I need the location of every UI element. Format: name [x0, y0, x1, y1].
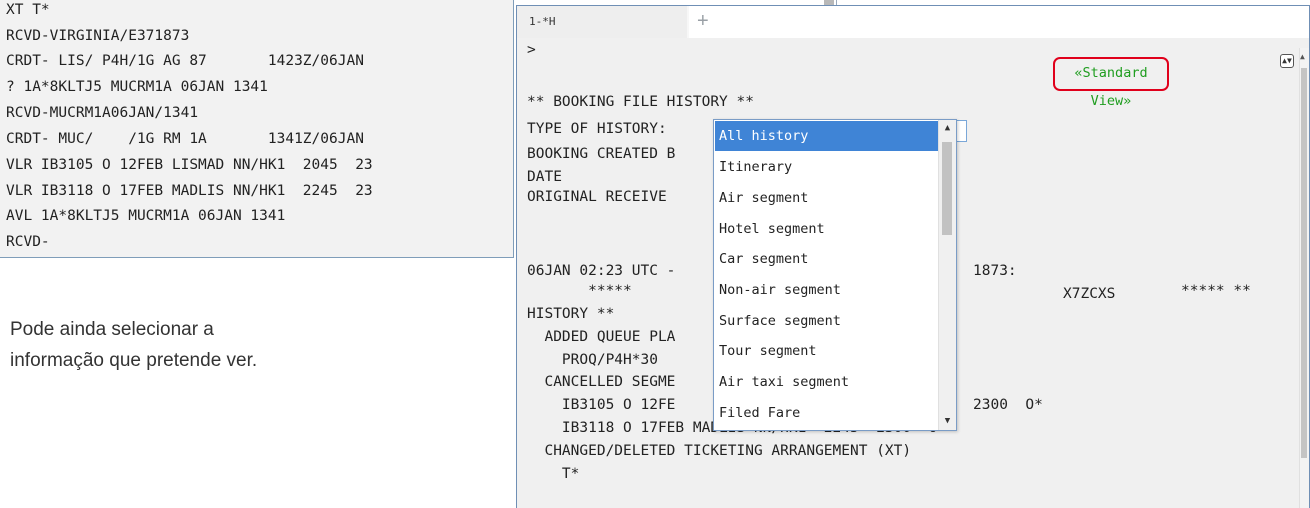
terminal-line: RCVD-MUCRM1A06JAN/1341 [6, 105, 199, 121]
tab-bar: 1-*H + [517, 6, 1309, 38]
terminal-line: DATE [527, 169, 562, 185]
background-terminal-panel: XT T* RCVD-VIRGINIA/E371873 CRDT- LIS/ P… [0, 0, 514, 258]
terminal-fragment: X7ZCXS [1063, 286, 1116, 302]
terminal-line: PROQ/P4H*30 [527, 352, 658, 368]
history-type-dropdown[interactable]: All history Itinerary Air segment Hotel … [713, 119, 957, 431]
caption-line-1: Pode ainda selecionar a [10, 319, 214, 340]
scroll-thumb[interactable] [942, 142, 952, 235]
new-tab-area[interactable]: + [689, 6, 1309, 38]
terminal-line: CRDT- MUC/ /1G RM 1A 1341Z/06JAN [6, 131, 364, 147]
tab-session[interactable]: 1-*H [517, 6, 687, 38]
terminal-line: T* [527, 466, 580, 482]
standard-view-link[interactable]: «Standard View» [1053, 57, 1169, 109]
option-itinerary[interactable]: Itinerary [715, 152, 940, 182]
option-surface-segment[interactable]: Surface segment [715, 306, 940, 336]
command-prompt[interactable]: > [527, 40, 536, 60]
scroll-thumb[interactable] [1301, 68, 1307, 458]
option-all-history[interactable]: All history [715, 121, 940, 151]
terminal-line: RCVD-VIRGINIA/E371873 [6, 28, 190, 44]
scroll-down-icon[interactable]: ▼ [939, 413, 956, 430]
terminal-line: BOOKING CREATED B [527, 146, 676, 162]
terminal-line: VLR IB3105 O 12FEB LISMAD NN/HK1 2045 23 [6, 157, 373, 173]
option-air-taxi-segment[interactable]: Air taxi segment [715, 367, 940, 397]
terminal-line: CANCELLED SEGME [527, 374, 676, 390]
terminal-line: ? 1A*8KLTJ5 MUCRM1A 06JAN 1341 [6, 79, 268, 95]
plus-icon[interactable]: + [697, 10, 709, 33]
option-tour-segment[interactable]: Tour segment [715, 336, 940, 366]
terminal-line: VLR IB3118 O 17FEB MADLIS NN/HK1 2245 23 [6, 183, 373, 199]
terminal-line: 06JAN 02:23 UTC - [527, 263, 676, 279]
terminal-line: XT T* [6, 2, 50, 18]
scroll-up-icon[interactable]: ▲ [939, 120, 956, 137]
terminal-fragment: 2300 O* [973, 397, 1043, 413]
dropdown-scrollbar[interactable]: ▲ ▼ [938, 120, 956, 430]
scroll-up-icon[interactable]: ▲ [1300, 52, 1305, 61]
terminal-line: IB3105 O 12FE [527, 397, 676, 413]
option-air-segment[interactable]: Air segment [715, 183, 940, 213]
terminal-scrollbar[interactable]: ▲ [1299, 48, 1309, 508]
option-car-segment[interactable]: Car segment [715, 244, 940, 274]
terminal-line: AVL 1A*8KLTJ5 MUCRM1A 06JAN 1341 [6, 208, 286, 224]
terminal-line: RCVD- [6, 234, 50, 250]
scroll-toggle-icon[interactable]: ▲▼ [1280, 54, 1294, 68]
option-filed-fare[interactable]: Filed Fare [715, 398, 940, 428]
option-non-air-segment[interactable]: Non-air segment [715, 275, 940, 305]
terminal-line: ***** [527, 283, 632, 299]
option-hotel-segment[interactable]: Hotel segment [715, 214, 940, 244]
terminal-fragment: 1873: [973, 263, 1017, 279]
caption-text: Pode ainda selecionar a informação que p… [10, 314, 257, 376]
command-window: 1-*H + > «Standard View» ▲▼ ** BOOKING F… [516, 5, 1310, 508]
terminal-line: TYPE OF HISTORY: [527, 121, 667, 137]
terminal-fragment: ***** ** [1181, 283, 1251, 299]
terminal-line: CRDT- LIS/ P4H/1G AG 87 1423Z/06JAN [6, 53, 364, 69]
terminal-line: ORIGINAL RECEIVE [527, 189, 667, 205]
terminal-line: ** BOOKING FILE HISTORY ** [527, 94, 754, 110]
terminal-output: > «Standard View» ▲▼ ** BOOKING FILE HIS… [517, 38, 1309, 508]
terminal-line: CHANGED/DELETED TICKETING ARRANGEMENT (X… [527, 443, 912, 459]
caption-line-2: informação que pretende ver. [10, 350, 258, 371]
terminal-line: ADDED QUEUE PLA [527, 329, 676, 345]
terminal-line: HISTORY ** [527, 306, 615, 322]
